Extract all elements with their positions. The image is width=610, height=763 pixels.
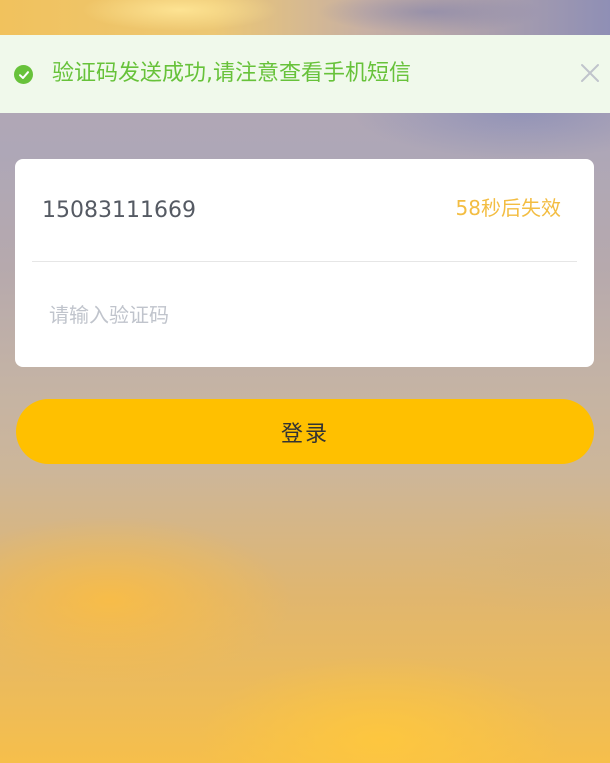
login-page: 验证码发送成功,请注意查看手机短信 58秒后失效 登录 [0, 0, 610, 763]
login-form-card: 58秒后失效 [15, 159, 594, 367]
login-button[interactable]: 登录 [16, 399, 594, 464]
code-countdown: 58秒后失效 [455, 196, 561, 220]
close-icon[interactable] [579, 62, 601, 84]
success-toast: 验证码发送成功,请注意查看手机短信 [0, 35, 610, 113]
background-sky [0, 0, 610, 40]
verification-code-input[interactable] [49, 301, 549, 329]
field-divider [32, 261, 577, 262]
toast-message: 验证码发送成功,请注意查看手机短信 [52, 61, 411, 86]
phone-field[interactable] [42, 196, 422, 226]
check-circle-icon [14, 65, 33, 84]
